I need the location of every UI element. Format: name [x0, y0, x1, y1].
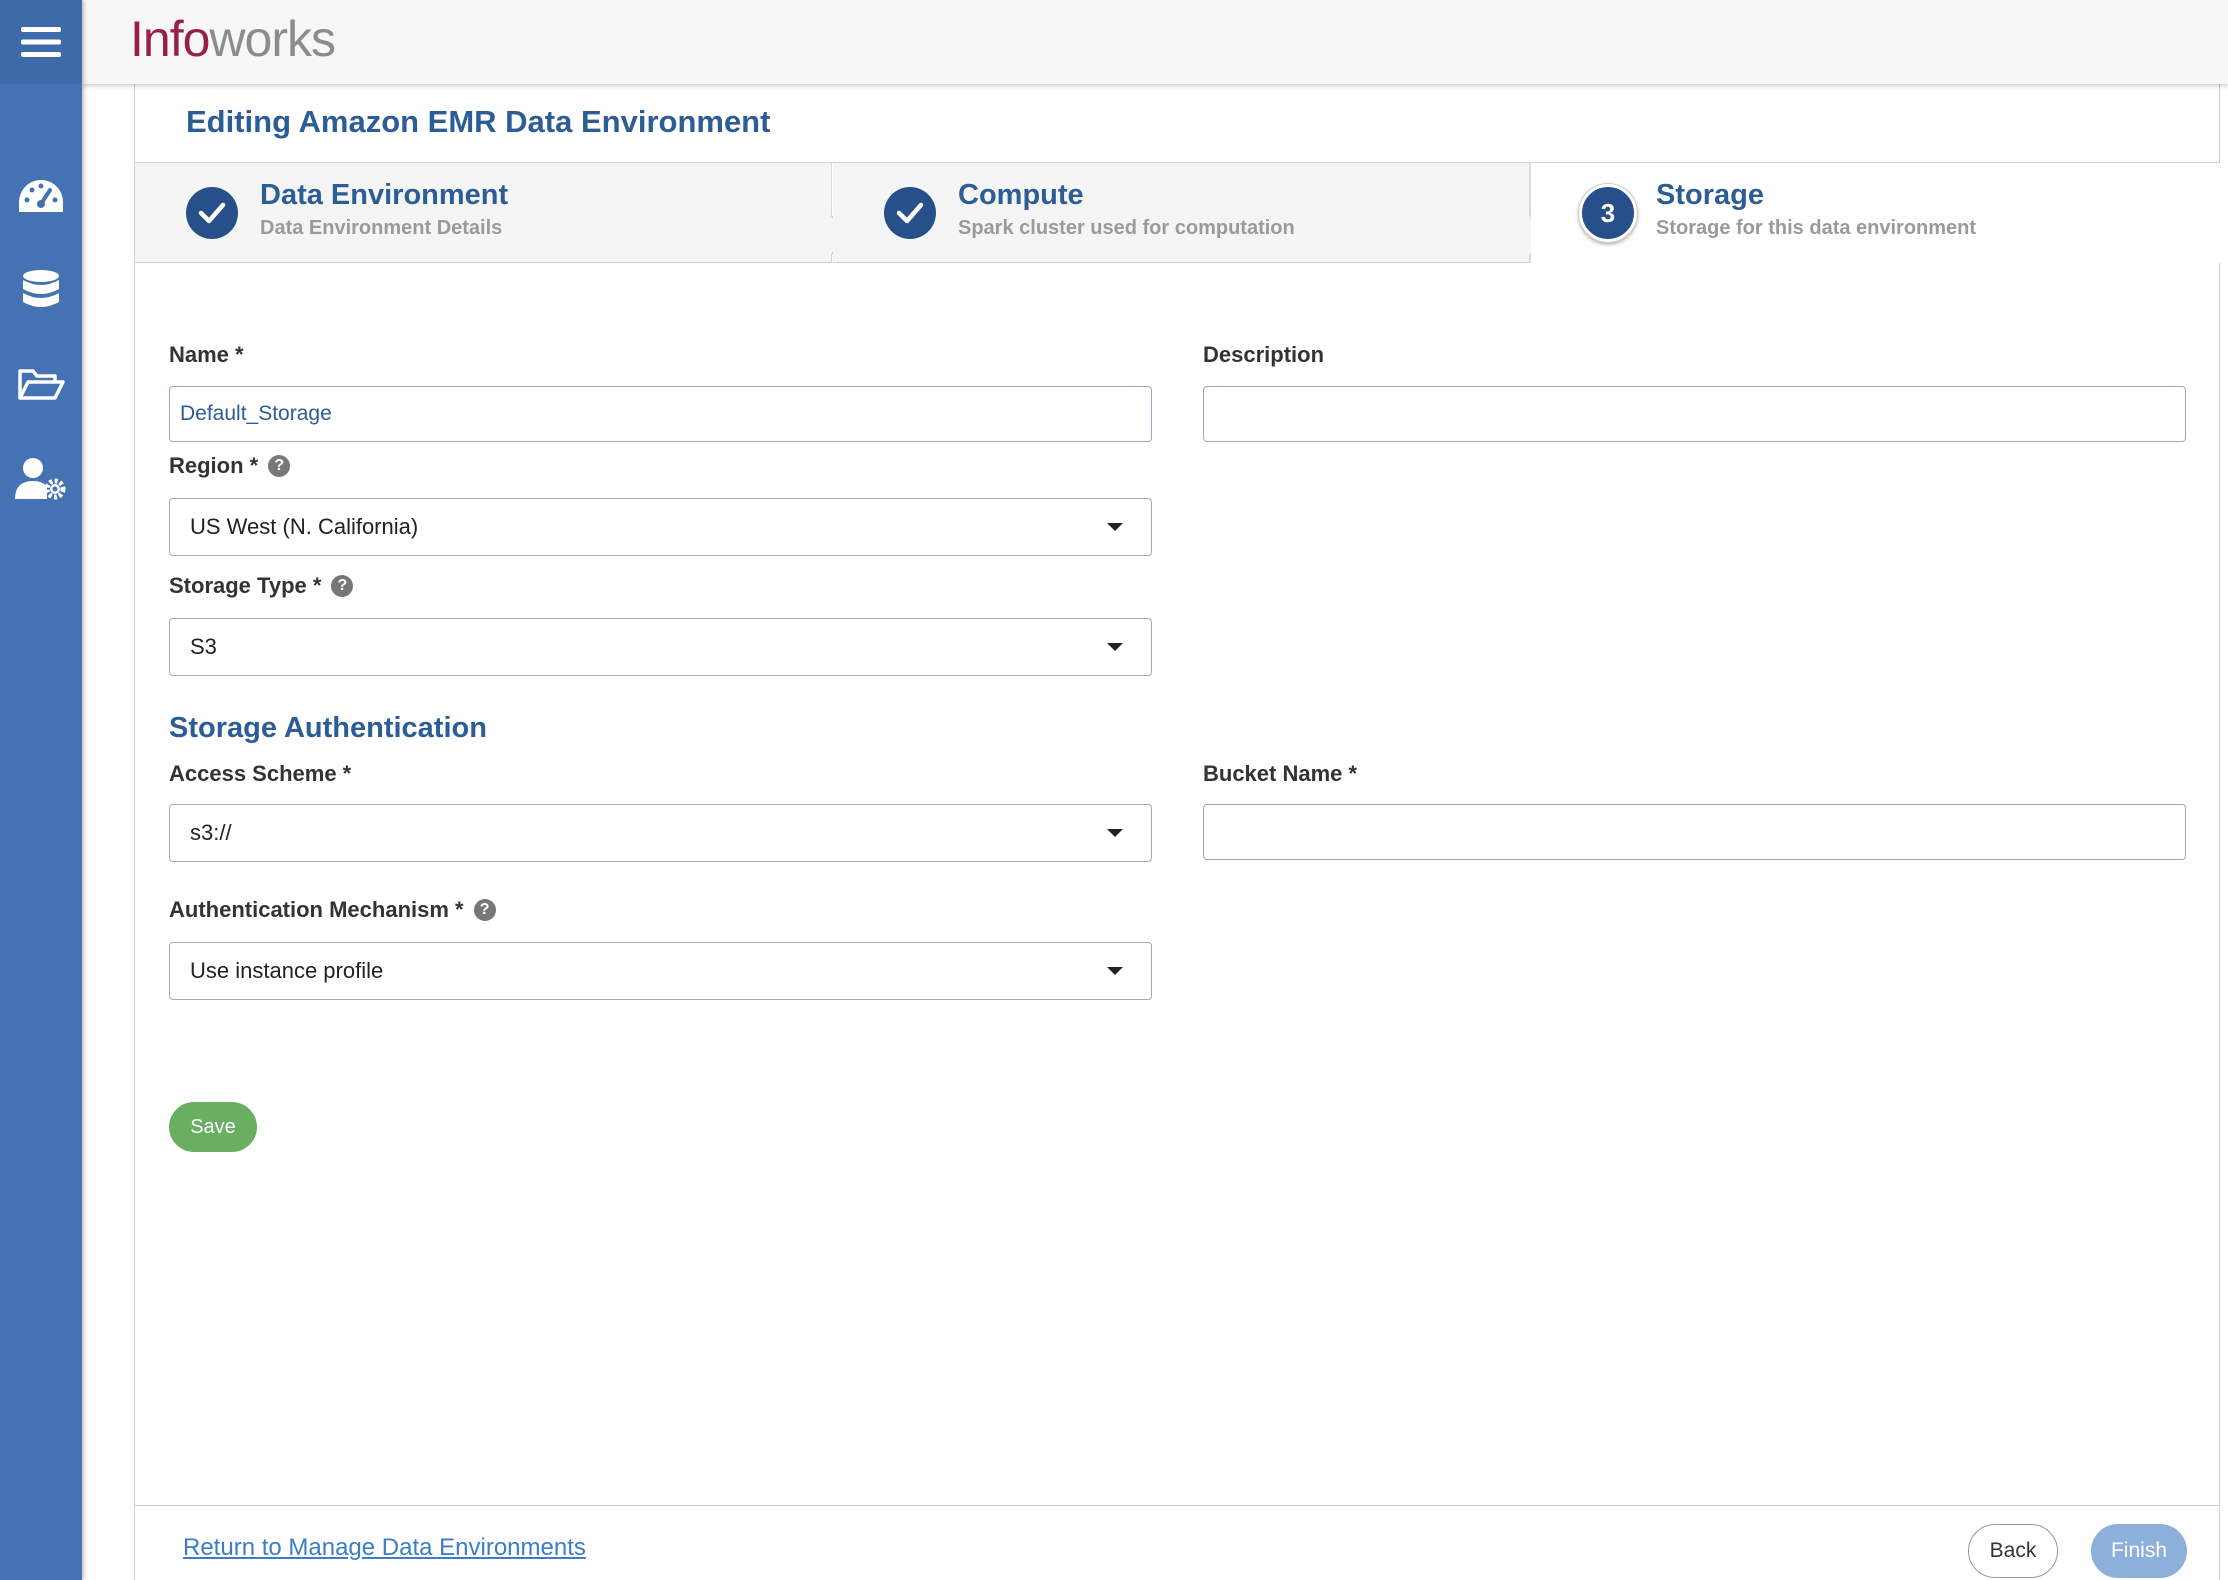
sidebar-item-admin[interactable]: [0, 444, 82, 514]
return-to-manage-link[interactable]: Return to Manage Data Environments: [183, 1534, 586, 1562]
help-icon[interactable]: ?: [268, 455, 291, 477]
step-data-environment[interactable]: Data Environment Data Environment Detail…: [135, 163, 832, 263]
step-storage[interactable]: 3 Storage Storage for this data environm…: [1531, 163, 2221, 263]
chevron-down-icon: [1107, 523, 1123, 531]
menu-icon: [21, 27, 61, 57]
folder-icon: [18, 369, 65, 400]
save-button[interactable]: Save: [169, 1102, 257, 1152]
step-complete-badge: [884, 187, 936, 239]
menu-button[interactable]: [0, 0, 82, 84]
page-title: Editing Amazon EMR Data Environment: [186, 104, 771, 139]
dashboard-icon: [19, 180, 63, 212]
checkmark-icon: [198, 202, 226, 224]
auth-mechanism-select[interactable]: Use instance profile: [169, 942, 1152, 1000]
access-scheme-label-text: Access Scheme *: [169, 761, 352, 786]
name-input[interactable]: [169, 386, 1152, 442]
step-subtitle: Spark cluster used for computation: [958, 217, 1295, 239]
description-input[interactable]: [1203, 386, 2186, 442]
chevron-down-icon: [1107, 643, 1123, 651]
chevron-down-icon: [1107, 829, 1123, 837]
step-subtitle: Data Environment Details: [260, 217, 503, 239]
storage-type-select[interactable]: S3: [169, 618, 1152, 676]
storage-type-label-text: Storage Type *: [169, 573, 322, 598]
region-label: Region * ?: [169, 453, 291, 479]
main-content: Editing Amazon EMR Data Environment Data…: [134, 84, 2221, 1580]
finish-button[interactable]: Finish: [2091, 1524, 2187, 1578]
access-scheme-select[interactable]: s3://: [169, 804, 1152, 862]
step-title: Data Environment: [260, 179, 509, 211]
footer-divider: [135, 1505, 2219, 1506]
step-title: Compute: [958, 179, 1084, 211]
name-label: Name *: [169, 342, 244, 368]
help-icon[interactable]: ?: [473, 899, 496, 921]
app-logo[interactable]: Infoworks: [130, 10, 336, 68]
chevron-down-icon: [1107, 967, 1123, 975]
step-number-badge: 3: [1578, 183, 1638, 243]
back-button[interactable]: Back: [1968, 1524, 2058, 1578]
description-label-text: Description: [1203, 342, 1325, 367]
wizard-stepper: Data Environment Data Environment Detail…: [135, 163, 2221, 263]
access-scheme-selected-value: s3://: [190, 820, 232, 845]
database-icon: [23, 270, 59, 307]
region-select[interactable]: US West (N. California): [169, 498, 1152, 556]
top-bar: Infoworks: [82, 0, 2228, 84]
sidebar-item-files[interactable]: [0, 349, 82, 419]
sidebar-item-data[interactable]: [0, 256, 82, 326]
name-label-text: Name *: [169, 342, 244, 367]
user-settings-icon: [15, 458, 66, 500]
step-subtitle: Storage for this data environment: [1656, 217, 1977, 239]
access-scheme-label: Access Scheme *: [169, 761, 351, 787]
step-title: Storage: [1656, 179, 1764, 211]
checkmark-icon: [896, 202, 924, 224]
storage-type-label: Storage Type * ?: [169, 573, 354, 599]
step-compute[interactable]: Compute Spark cluster used for computati…: [833, 163, 1530, 263]
bucket-name-input[interactable]: [1203, 804, 2186, 860]
storage-authentication-heading: Storage Authentication: [169, 712, 487, 744]
help-icon[interactable]: ?: [331, 575, 354, 597]
step-complete-badge: [186, 187, 238, 239]
storage-type-selected-value: S3: [190, 634, 217, 659]
auth-mechanism-label: Authentication Mechanism * ?: [169, 897, 496, 923]
auth-mechanism-selected-value: Use instance profile: [190, 958, 384, 983]
bucket-name-label: Bucket Name *: [1203, 761, 1357, 787]
region-label-text: Region *: [169, 453, 259, 478]
description-label: Description: [1203, 342, 1324, 368]
sidebar-item-dashboard[interactable]: [0, 163, 82, 233]
logo-text-works: works: [209, 11, 336, 67]
sidebar: [0, 0, 82, 1580]
logo-text-info: Info: [130, 11, 210, 67]
bucket-name-label-text: Bucket Name *: [1203, 761, 1358, 786]
auth-mechanism-label-text: Authentication Mechanism *: [169, 897, 464, 922]
region-selected-value: US West (N. California): [190, 514, 419, 539]
